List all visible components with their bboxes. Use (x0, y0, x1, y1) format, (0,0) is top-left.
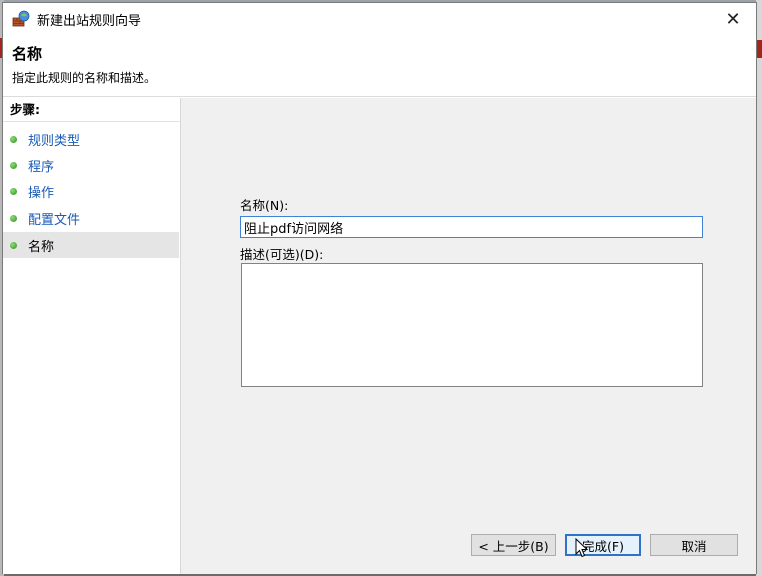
step-label: 配置文件 (28, 212, 81, 228)
steps-panel: 步骤: 规则类型 程序 操作 配置文件 名称 (3, 98, 181, 574)
steps-heading: 步骤: (3, 98, 181, 122)
title-bar[interactable]: 新建出站规则向导 ✕ (3, 3, 756, 35)
green-dot-icon (10, 241, 17, 249)
close-icon: ✕ (725, 8, 741, 30)
step-label: 操作 (28, 185, 55, 201)
description-textarea[interactable] (241, 263, 703, 387)
description-label: 描述(可选)(D): (240, 247, 324, 262)
firewall-wizard-icon (12, 10, 30, 28)
name-input[interactable] (240, 216, 703, 238)
wizard-header: 名称 指定此规则的名称和描述。 (3, 35, 756, 97)
mouse-pointer-icon (575, 537, 589, 558)
back-button[interactable]: < 上一步(B) (471, 534, 556, 556)
wizard-content: 步骤: 规则类型 程序 操作 配置文件 名称 名称(N): 阻止pdf访问网络 … (3, 98, 756, 574)
step-label: 规则类型 (28, 133, 81, 149)
green-dot-icon (10, 161, 17, 169)
name-label: 名称(N): (240, 198, 289, 213)
step-label: 名称 (28, 239, 55, 255)
green-dot-icon (10, 135, 17, 143)
green-dot-icon (10, 214, 17, 222)
step-name[interactable]: 名称 (3, 232, 179, 258)
step-action[interactable]: 操作 (3, 178, 179, 204)
step-program[interactable]: 程序 (3, 152, 179, 178)
step-label: 程序 (28, 159, 55, 175)
step-profile[interactable]: 配置文件 (3, 205, 179, 231)
page-title: 名称 (12, 45, 43, 63)
page-subtitle: 指定此规则的名称和描述。 (12, 71, 157, 85)
window-title: 新建出站规则向导 (37, 13, 142, 29)
step-rule-type[interactable]: 规则类型 (3, 126, 179, 152)
close-button[interactable]: ✕ (710, 3, 756, 35)
green-dot-icon (10, 187, 17, 195)
cancel-button[interactable]: 取消 (650, 534, 738, 556)
wizard-window: 新建出站规则向导 ✕ 名称 指定此规则的名称和描述。 步骤: 规则类型 程序 操… (2, 2, 757, 574)
